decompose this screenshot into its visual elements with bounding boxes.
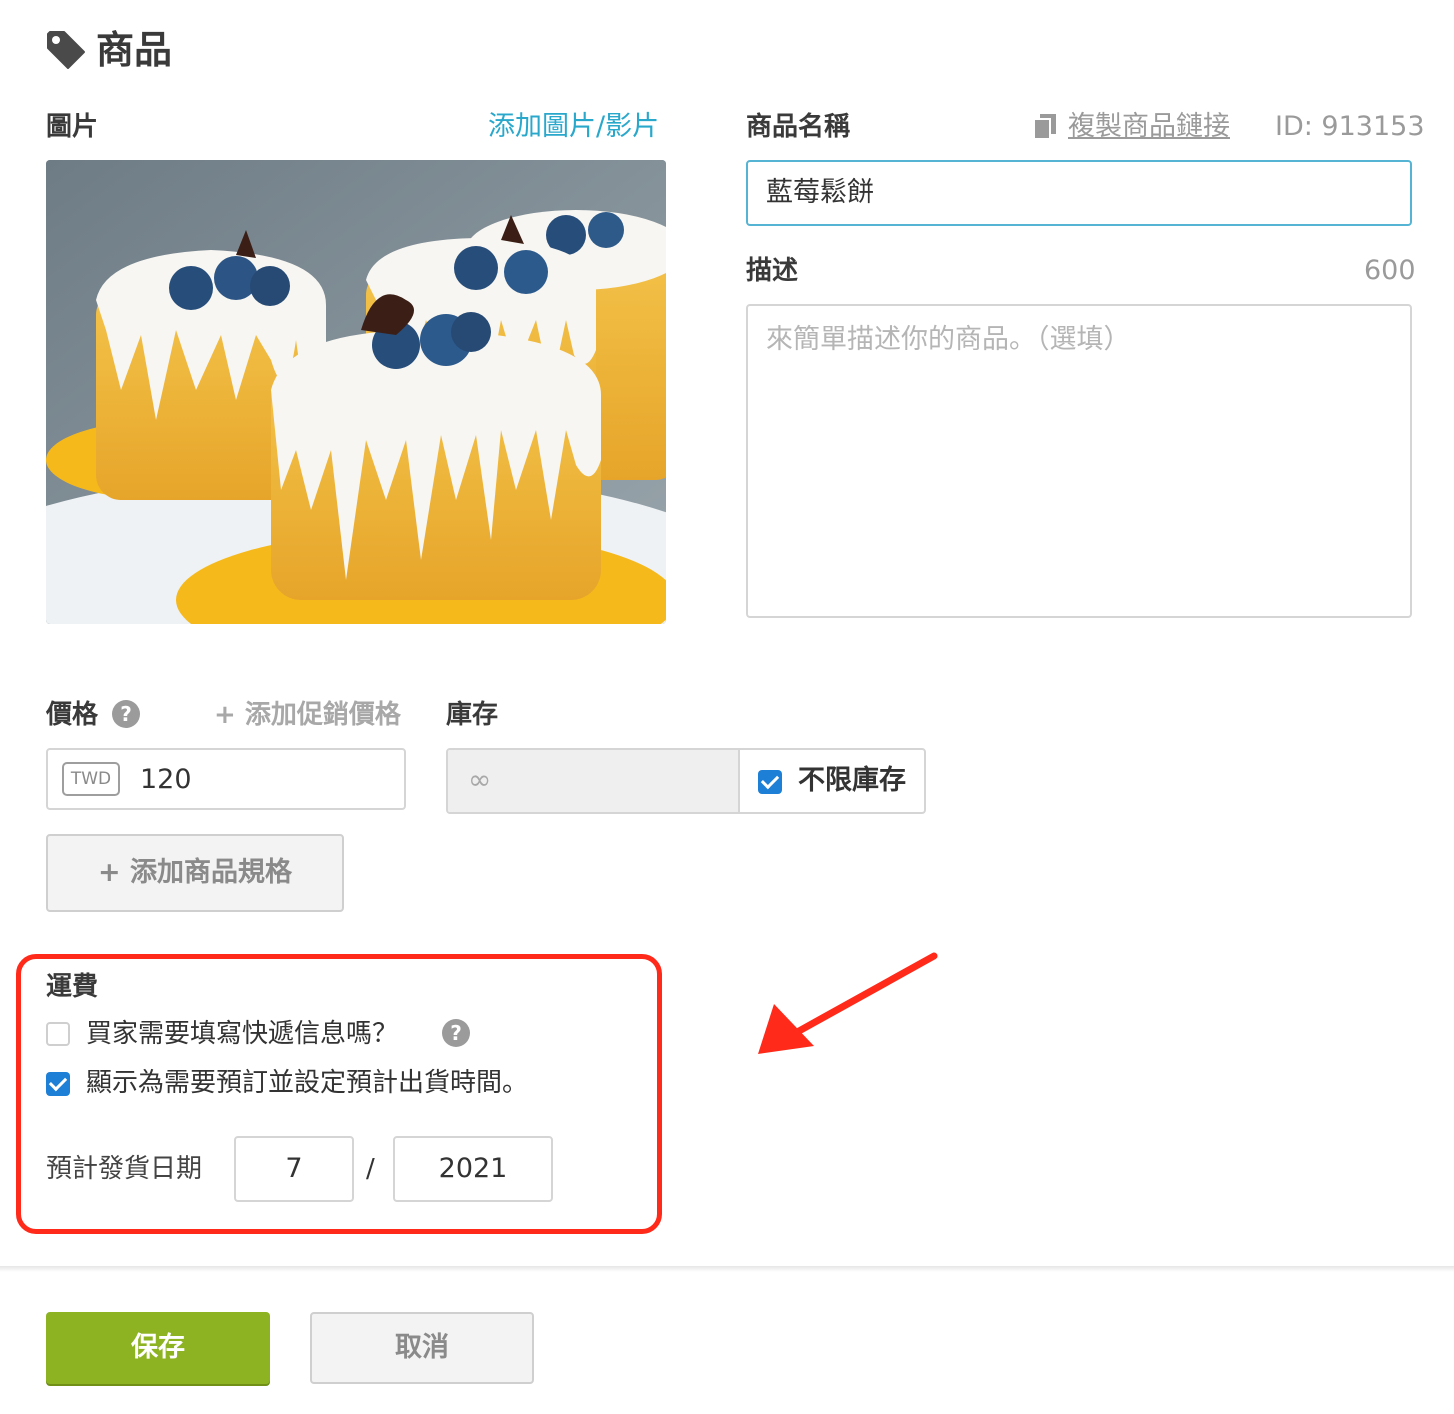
stock-label: 庫存: [446, 700, 499, 730]
add-media-link[interactable]: 添加圖片/影片: [488, 110, 659, 144]
ship-month-input[interactable]: 7: [234, 1136, 354, 1202]
image-label: 圖片: [46, 112, 99, 142]
save-button[interactable]: 保存: [46, 1312, 270, 1384]
add-promo-price-link[interactable]: + 添加促銷價格: [214, 698, 401, 732]
price-value: 120: [140, 764, 192, 795]
description-placeholder: 來簡單描述你的商品。（選填）: [766, 324, 1131, 355]
preorder-checkbox[interactable]: [46, 1072, 70, 1096]
cancel-button[interactable]: 取消: [310, 1312, 534, 1384]
price-label: 價格: [46, 700, 99, 730]
cake-image: [46, 160, 666, 624]
product-photo[interactable]: [46, 160, 666, 624]
preorder-label: 顯示為需要預訂並設定預計出貨時間。: [86, 1068, 529, 1098]
description-label: 描述: [746, 256, 799, 286]
footer-divider: [0, 1266, 1454, 1272]
price-input[interactable]: TWD 120: [46, 748, 406, 810]
product-name-label: 商品名稱: [746, 112, 851, 142]
unlimited-stock-label: 不限庫存: [798, 765, 906, 796]
product-id: ID: 913153: [1275, 111, 1425, 142]
date-separator: /: [366, 1154, 375, 1184]
currency-badge: TWD: [62, 762, 120, 796]
stock-input[interactable]: ∞: [448, 750, 740, 812]
help-icon[interactable]: ?: [442, 1019, 470, 1047]
ship-date-label: 預計發貨日期: [46, 1154, 203, 1184]
add-variant-button[interactable]: + 添加商品規格: [46, 834, 344, 912]
unlimited-stock-checkbox[interactable]: [758, 770, 782, 794]
description-textarea[interactable]: 來簡單描述你的商品。（選填）: [746, 304, 1412, 618]
help-icon[interactable]: ?: [112, 700, 140, 728]
arrow-annotation-icon: [758, 952, 938, 1054]
ship-year-input[interactable]: 2021: [393, 1136, 553, 1202]
shipping-title: 運費: [46, 972, 99, 1002]
copy-link[interactable]: 複製商品鏈接: [1068, 110, 1230, 144]
description-counter: 600: [1364, 255, 1416, 286]
page-title: 商品: [96, 28, 173, 72]
tag-icon: [47, 31, 85, 69]
courier-info-label: 買家需要填寫快遞信息嗎？: [86, 1019, 399, 1049]
stock-infinite-value: ∞: [468, 763, 492, 796]
copy-icon[interactable]: [1032, 112, 1058, 140]
courier-info-checkbox[interactable]: [46, 1022, 70, 1046]
product-name-input[interactable]: 藍莓鬆餅: [746, 160, 1412, 226]
stock-field: ∞ 不限庫存: [446, 748, 926, 814]
